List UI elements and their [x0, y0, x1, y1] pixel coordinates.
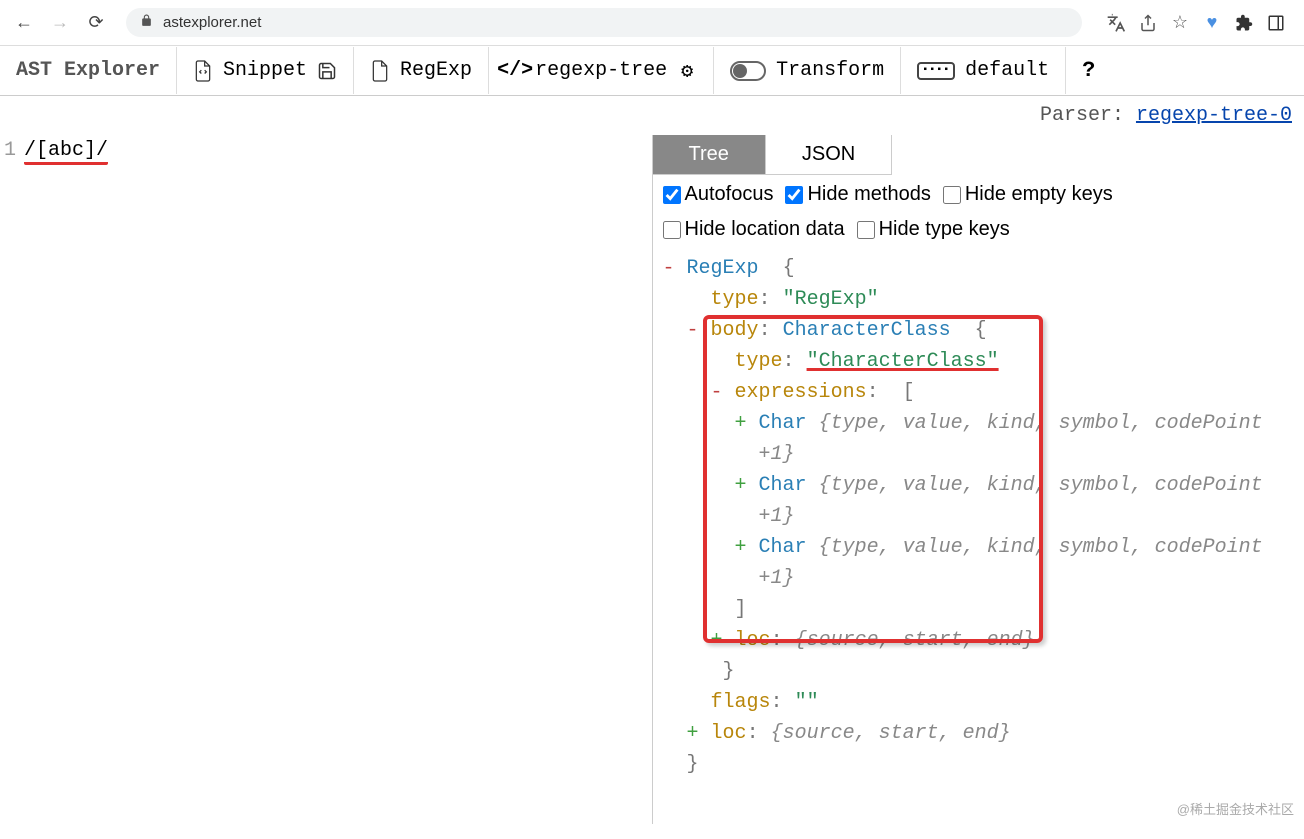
app-logo[interactable]: AST Explorer [0, 47, 177, 94]
tree-row[interactable]: ] [663, 594, 1295, 625]
keymap-menu[interactable]: ▪▪▪▪ default [901, 47, 1066, 94]
language-label: RegExp [400, 59, 472, 82]
output-pane: Tree JSON Autofocus Hide methods Hide em… [653, 135, 1304, 824]
tree-row[interactable]: - RegExp { [663, 253, 1295, 284]
tree-row[interactable]: - body: CharacterClass { [663, 315, 1295, 346]
parser-menu[interactable]: </> regexp-tree ⚙ [489, 47, 714, 94]
tree-row[interactable]: + Char {type, value, kind, symbol, codeP… [663, 532, 1295, 563]
reload-button[interactable]: ⟳ [82, 9, 110, 37]
url-bar[interactable]: astexplorer.net [126, 8, 1082, 37]
snippet-label: Snippet [223, 59, 307, 82]
parser-label: regexp-tree [535, 59, 667, 82]
tree-row[interactable]: + Char {type, value, kind, symbol, codeP… [663, 470, 1295, 501]
watermark: @稀土掘金技术社区 [1177, 799, 1294, 818]
parser-link[interactable]: regexp-tree-0 [1136, 104, 1292, 127]
tree-row[interactable]: } [663, 656, 1295, 687]
url-text: astexplorer.net [163, 14, 261, 31]
opt-autofocus[interactable]: Autofocus [663, 183, 774, 206]
opt-hide-location[interactable]: Hide location data [663, 218, 845, 241]
tree-row[interactable]: +1} [663, 501, 1295, 532]
gear-icon[interactable]: ⚙ [677, 61, 697, 81]
tree-options: Autofocus Hide methods Hide empty keys H… [653, 175, 1304, 249]
tab-json[interactable]: JSON [766, 135, 892, 175]
editor-code[interactable]: /[abc]/ [24, 139, 108, 165]
code-icon: </> [505, 61, 525, 81]
tree-row[interactable]: + loc: {source, start, end} [663, 718, 1295, 749]
help-button[interactable]: ? [1066, 46, 1111, 95]
snippet-icon [193, 61, 213, 81]
main-split: 1 /[abc]/ Tree JSON Autofocus Hide metho… [0, 135, 1304, 824]
hide-methods-checkbox[interactable] [785, 186, 803, 204]
language-menu[interactable]: RegExp [354, 47, 489, 94]
star-icon[interactable]: ☆ [1170, 13, 1190, 33]
translate-icon[interactable] [1106, 13, 1126, 33]
file-icon [370, 61, 390, 81]
tab-tree[interactable]: Tree [653, 135, 766, 175]
ast-tree: - RegExp { type: "RegExp" - body: Charac… [653, 249, 1304, 824]
back-button[interactable]: ← [10, 9, 38, 37]
share-icon[interactable] [1138, 13, 1158, 33]
puzzle-icon[interactable] [1234, 13, 1254, 33]
hide-location-checkbox[interactable] [663, 221, 681, 239]
output-tabs: Tree JSON [653, 135, 1304, 175]
editor-line: 1 /[abc]/ [0, 139, 652, 165]
keyboard-icon: ▪▪▪▪ [917, 62, 955, 80]
opt-hide-type[interactable]: Hide type keys [857, 218, 1010, 241]
tree-row[interactable]: flags: "" [663, 687, 1295, 718]
tree-row[interactable]: + loc: {source, start, end} [663, 625, 1295, 656]
hide-empty-checkbox[interactable] [943, 186, 961, 204]
app-toolbar: AST Explorer Snippet RegExp </> regexp-t… [0, 46, 1304, 96]
heart-icon[interactable]: ♥ [1202, 13, 1222, 33]
snippet-menu[interactable]: Snippet [177, 47, 354, 94]
transform-toggle[interactable] [730, 61, 766, 81]
tree-row[interactable]: + Char {type, value, kind, symbol, codeP… [663, 408, 1295, 439]
browser-chrome: ← → ⟳ astexplorer.net ☆ ♥ [0, 0, 1304, 46]
extension-icons: ☆ ♥ [1098, 13, 1294, 33]
parser-label-text: Parser: [1040, 104, 1136, 127]
transform-menu[interactable]: Transform [714, 47, 901, 94]
tree-row[interactable]: - expressions: [ [663, 377, 1295, 408]
opt-hide-methods[interactable]: Hide methods [785, 183, 930, 206]
tree-row[interactable]: type: "RegExp" [663, 284, 1295, 315]
save-icon[interactable] [317, 61, 337, 81]
tree-row[interactable]: type: "CharacterClass" [663, 346, 1295, 377]
tree-row[interactable]: +1} [663, 563, 1295, 594]
forward-button[interactable]: → [46, 9, 74, 37]
tree-row[interactable]: +1} [663, 439, 1295, 470]
opt-hide-empty[interactable]: Hide empty keys [943, 183, 1113, 206]
panel-icon[interactable] [1266, 13, 1286, 33]
editor-pane[interactable]: 1 /[abc]/ [0, 135, 653, 824]
lock-icon [140, 14, 153, 31]
hide-type-checkbox[interactable] [857, 221, 875, 239]
keymap-label: default [965, 59, 1049, 82]
parser-info: Parser: regexp-tree-0 [0, 96, 1304, 135]
transform-label: Transform [776, 59, 884, 82]
autofocus-checkbox[interactable] [663, 186, 681, 204]
tree-row[interactable]: } [663, 749, 1295, 780]
help-icon: ? [1082, 58, 1095, 83]
line-number: 1 [0, 139, 24, 165]
